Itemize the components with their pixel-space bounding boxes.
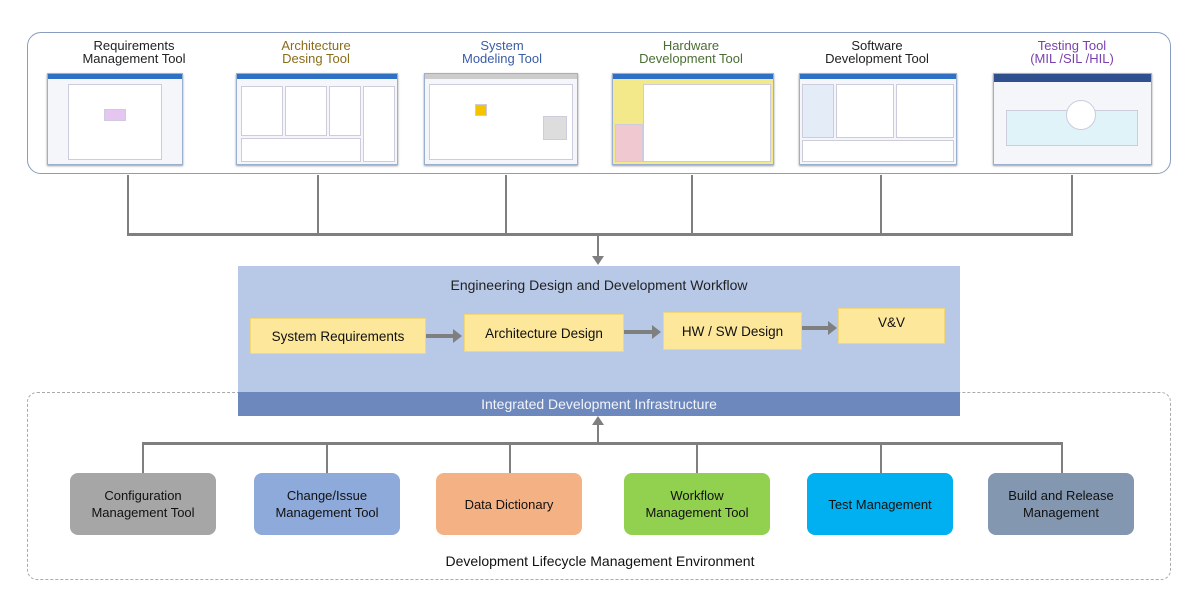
connector-line	[880, 443, 882, 473]
connector-line	[696, 443, 698, 473]
tool-label-testing: Testing Tool (MIL /SIL /HIL)	[1030, 38, 1114, 66]
module-build-and-release: Build and Release Management	[988, 473, 1134, 535]
module-change-issue-management: Change/Issue Management Tool	[254, 473, 400, 535]
connector-line	[880, 175, 882, 235]
tool-label-architecture: Architecture Desing Tool	[281, 38, 351, 66]
connector-line	[1071, 175, 1073, 235]
architecture-tool-screenshot	[236, 73, 398, 165]
arrow-right-icon	[802, 321, 837, 335]
tool-label-hardware: Hardware Development Tool	[639, 38, 743, 66]
step-v-and-v: V&V	[838, 308, 945, 344]
connector-bus-bottom	[142, 442, 1063, 445]
software-tool-screenshot	[799, 73, 957, 165]
connector-line	[142, 443, 144, 473]
arrow-right-icon	[624, 325, 661, 339]
requirements-tool-screenshot	[47, 73, 183, 165]
tool-label-system-modeling: System Modeling Tool	[462, 38, 542, 66]
connector-line	[1061, 443, 1063, 473]
diagram: Requirements Management Tool Architecture…	[0, 0, 1200, 611]
connector-line	[317, 175, 319, 235]
connector-line	[597, 424, 599, 444]
step-hw-sw-design: HW / SW Design	[663, 312, 802, 350]
arrow-right-icon	[426, 329, 462, 343]
testing-tool-screenshot	[993, 73, 1152, 165]
step-system-requirements: System Requirements	[250, 318, 426, 354]
arrow-up-icon	[592, 416, 604, 425]
connector-line	[597, 235, 599, 257]
arrow-down-icon	[592, 256, 604, 265]
tool-label-requirements: Requirements Management Tool	[82, 38, 186, 66]
connector-line	[505, 175, 507, 235]
module-configuration-management: Configuration Management Tool	[70, 473, 216, 535]
connector-line	[509, 443, 511, 473]
workflow-title: Engineering Design and Development Workf…	[450, 277, 748, 293]
connector-bus-top	[127, 233, 1073, 236]
connector-line	[127, 175, 129, 235]
connector-line	[326, 443, 328, 473]
integrated-development-infrastructure-bar: Integrated Development Infrastructure	[238, 392, 960, 416]
system-modeling-tool-screenshot	[424, 73, 578, 165]
hardware-tool-screenshot	[612, 73, 774, 165]
step-architecture-design: Architecture Design	[464, 314, 624, 352]
module-workflow-management: Workflow Management Tool	[624, 473, 770, 535]
module-test-management: Test Management	[807, 473, 953, 535]
tool-label-software: Software Development Tool	[825, 38, 929, 66]
module-data-dictionary: Data Dictionary	[436, 473, 582, 535]
connector-line	[691, 175, 693, 235]
environment-label: Development Lifecycle Management Environ…	[445, 553, 755, 569]
